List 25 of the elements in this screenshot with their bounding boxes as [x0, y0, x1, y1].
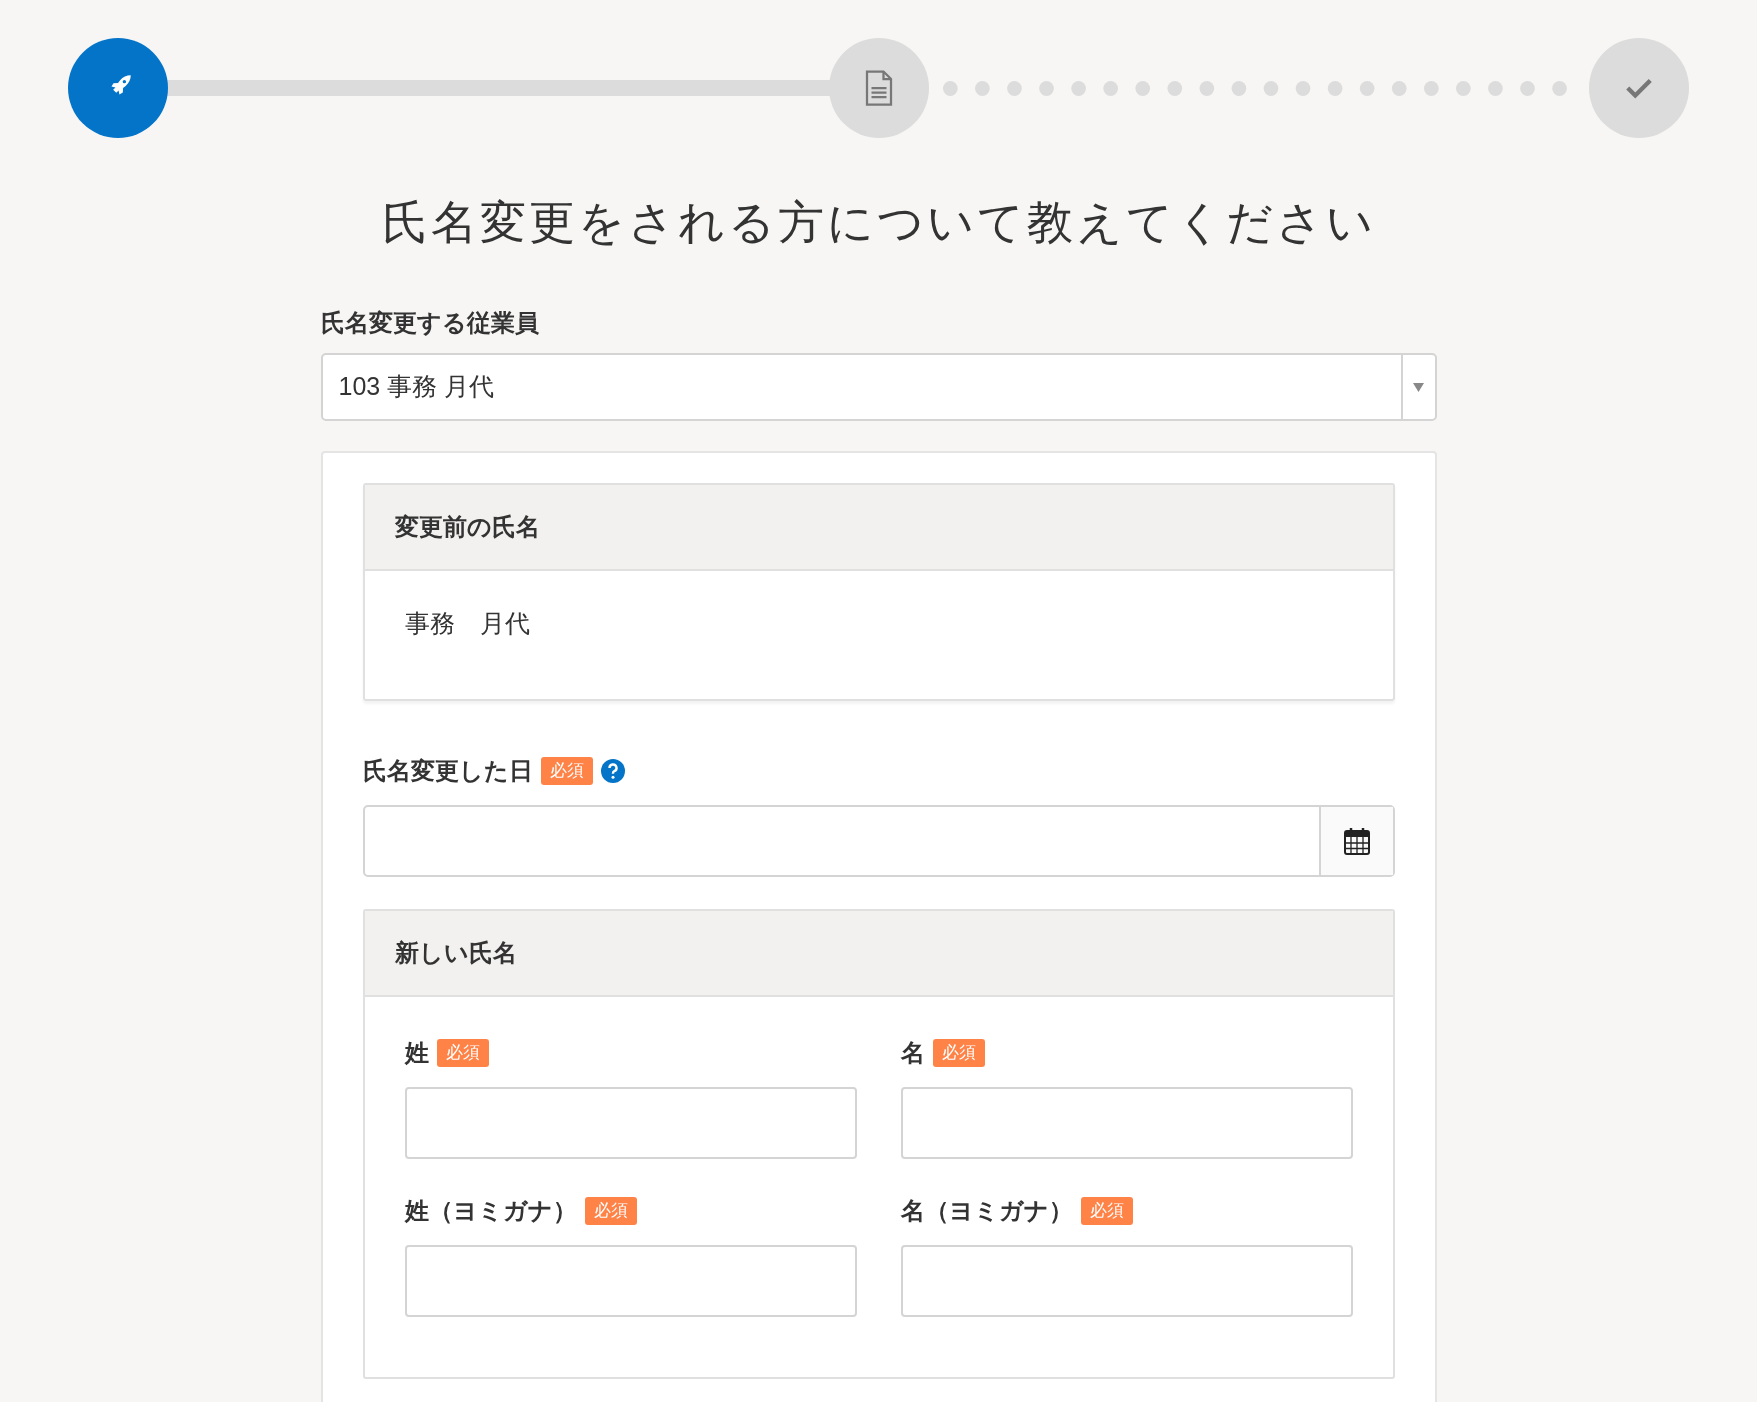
- page-title: 氏名変更をされる方について教えてください: [380, 195, 1377, 250]
- field-label: 氏名変更した日: [362, 756, 533, 786]
- field-label: 姓（ヨミガナ）: [404, 1196, 577, 1226]
- caret-icon: [1413, 382, 1424, 392]
- required-badge: 必須: [584, 1197, 637, 1225]
- required-badge: 必須: [932, 1039, 985, 1067]
- panel-heading: 変更前の氏名: [394, 512, 540, 542]
- field-label: 名: [900, 1038, 925, 1068]
- text-input[interactable]: [900, 1087, 1353, 1159]
- required-badge: 必須: [436, 1039, 489, 1067]
- calendar-icon[interactable]: [1343, 827, 1370, 855]
- required-badge: 必須: [1080, 1197, 1133, 1225]
- date-field[interactable]: [362, 805, 1395, 877]
- required-badge: 必須: [540, 757, 593, 785]
- previous-name-value: 事務 月代: [404, 609, 530, 637]
- text-input[interactable]: [404, 1245, 857, 1317]
- document-icon: [863, 70, 894, 106]
- employee-select[interactable]: 103 事務 月代: [320, 353, 1437, 421]
- panel-heading: 新しい氏名: [394, 938, 517, 968]
- help-icon[interactable]: [600, 759, 625, 783]
- field-label: 氏名変更する従業員: [320, 308, 540, 338]
- field-label: 姓: [404, 1038, 429, 1068]
- text-input[interactable]: [900, 1245, 1353, 1317]
- text-input[interactable]: [404, 1087, 857, 1159]
- field-label: 名（ヨミガナ）: [900, 1196, 1073, 1226]
